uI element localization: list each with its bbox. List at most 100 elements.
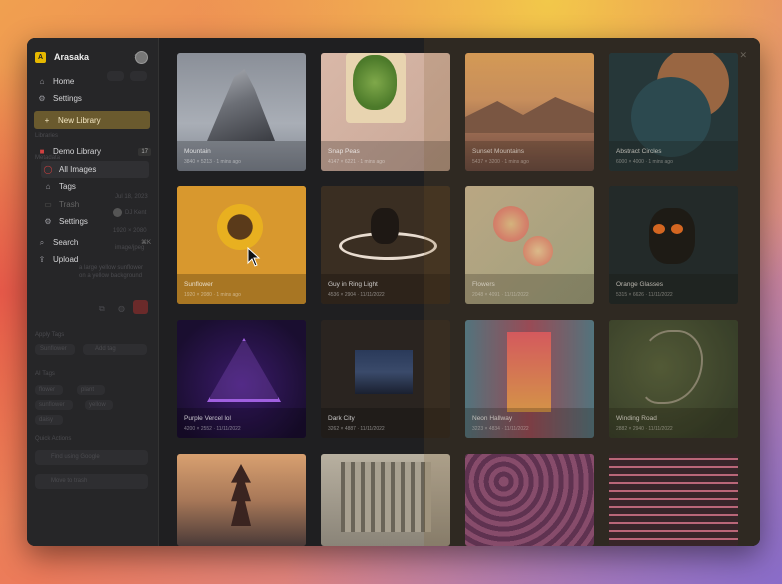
image-meta: 4200 × 2552 · 11/11/2022 [184, 426, 241, 432]
image-meta: 3840 × 5213 · 1 mins ago [184, 159, 241, 165]
close-icon[interactable]: ✕ [739, 50, 747, 61]
sidebar-item-label: Search [53, 238, 79, 247]
image-meta: 3223 × 4834 · 11/11/2022 [472, 426, 529, 432]
image-card[interactable]: Neon Hallway 3223 × 4834 · 11/11/2022 [465, 320, 594, 438]
ghost-move-trash-label: Move to trash [51, 478, 88, 484]
image-title: Guy in Ring Light [328, 281, 378, 288]
ghost-ai-tag: daisy [35, 415, 63, 425]
tag-icon: ⌂ [45, 182, 51, 191]
workspace-name: Arasaka [54, 52, 90, 62]
gear-icon: ⚙ [44, 217, 52, 226]
image-title: Orange Glasses [616, 281, 663, 288]
image-title: Flowers [472, 281, 495, 288]
image-caption: Dark City 3262 × 4887 · 11/11/2022 [321, 408, 450, 438]
image-meta: 2882 × 2940 · 11/11/2022 [616, 426, 673, 432]
image-title: Sunset Mountains [472, 148, 525, 155]
ghost-ai-tag-label: yellow [89, 402, 106, 408]
ghost-globe-icon: ◍ [118, 304, 125, 313]
ghost-quick-actions-label: Quick Actions [35, 436, 72, 442]
thumbnail-windows [609, 454, 738, 546]
ghost-ai-tag-label: flower [39, 387, 56, 393]
app-window: A Arasaka ⇕ ⌂ Home ⚙ Settings + New Libr… [27, 38, 760, 546]
image-caption: Mountain 3840 × 5213 · 1 mins ago [177, 141, 306, 171]
ghost-tag-label: Sunflower [40, 346, 67, 352]
image-caption: Snap Peas 4147 × 6221 · 1 mins ago [321, 141, 450, 171]
image-card[interactable] [177, 454, 306, 546]
ghost-description: a large yellow sunflower on a yellow bac… [79, 265, 144, 279]
image-meta: 5315 × 6626 · 11/11/2022 [616, 292, 673, 298]
library-count-badge: 17 [138, 147, 151, 156]
ghost-apply-tags-label: Apply Tags [35, 332, 65, 338]
ghost-tag-chip: Sunflower [35, 344, 75, 355]
workspace-switcher[interactable]: A Arasaka ⇕ [35, 48, 139, 66]
sidebar-item-settings[interactable]: ⚙ Settings [35, 90, 151, 107]
ghost-move-trash: Move to trash [35, 474, 148, 489]
image-card[interactable]: Mountain 3840 × 5213 · 1 mins ago [177, 53, 306, 171]
image-caption: Flowers 2048 × 4091 · 11/11/2022 [465, 274, 594, 304]
image-title: Dark City [328, 415, 355, 422]
ghost-ai-tags-label: AI Tags [35, 371, 55, 377]
image-card[interactable]: Sunset Mountains 5437 × 3200 · 1 mins ag… [465, 53, 594, 171]
ghost-ai-tag: sunflower [35, 400, 73, 410]
ghost-ai-tag-label: plant [81, 387, 95, 393]
plus-icon: + [44, 115, 50, 125]
image-card[interactable]: Winding Road 2882 × 2940 · 11/11/2022 [609, 320, 738, 438]
workspace-logo-icon: A [35, 51, 46, 63]
ghost-add-tag: Add tag [83, 344, 147, 355]
sidebar-item-label: Settings [59, 217, 88, 226]
sidebar-item-label: Upload [53, 255, 79, 264]
image-card[interactable]: Dark City 3262 × 4887 · 11/11/2022 [321, 320, 450, 438]
ghost-find-google-label: Find using Google [51, 454, 100, 460]
image-caption: Orange Glasses 5315 × 6626 · 11/11/2022 [609, 274, 738, 304]
search-icon: ⌕ [39, 237, 45, 247]
thumbnail-waves [465, 454, 594, 546]
image-title: Purple Vercel lol [184, 415, 231, 422]
image-card[interactable]: Snap Peas 4147 × 6221 · 1 mins ago [321, 53, 450, 171]
image-grid-area: ✕ Mountain 3840 × 5213 · 1 mins ago Snap… [159, 38, 760, 546]
sidebar-item-new-library[interactable]: + New Library [34, 111, 150, 129]
image-card[interactable]: Sunflower 1920 × 2080 · 1 mins ago [177, 186, 306, 304]
ghost-ai-tag: yellow [85, 400, 113, 410]
sidebar-item-label: Tags [59, 182, 76, 191]
image-card[interactable]: Orange Glasses 5315 × 6626 · 11/11/2022 [609, 186, 738, 304]
image-card[interactable] [465, 454, 594, 546]
image-caption: Neon Hallway 3223 × 4834 · 11/11/2022 [465, 408, 594, 438]
sidebar-item-label: Home [53, 77, 75, 86]
sidebar-item-tags[interactable]: ⌂ Tags [41, 178, 149, 195]
image-meta: 5437 × 3200 · 1 mins ago [472, 159, 529, 165]
sidebar-item-label: All Images [59, 165, 97, 174]
gear-icon: ⚙ [38, 94, 46, 103]
image-caption: Sunset Mountains 5437 × 3200 · 1 mins ag… [465, 141, 594, 171]
ghost-delete-button [133, 300, 148, 314]
ghost-find-google: Find using Google [35, 450, 148, 465]
ghost-ai-tag: plant [77, 385, 105, 395]
thumbnail-buildings [321, 454, 450, 546]
section-heading-libraries: Libraries [35, 133, 59, 139]
image-title: Mountain [184, 148, 211, 155]
home-icon: ⌂ [39, 77, 45, 86]
library-name: Demo Library [53, 147, 102, 156]
sidebar-item-home[interactable]: ⌂ Home [35, 73, 151, 90]
image-card[interactable] [609, 454, 738, 546]
image-meta: 2048 × 4091 · 11/11/2022 [472, 292, 529, 298]
image-meta: 4147 × 6221 · 1 mins ago [328, 159, 385, 165]
image-card[interactable]: Guy in Ring Light 4536 × 2904 · 11/11/20… [321, 186, 450, 304]
image-title: Snap Peas [328, 148, 360, 155]
image-meta: 1920 × 2080 · 1 mins ago [184, 292, 241, 298]
sidebar-item-label: Trash [59, 200, 80, 209]
image-card[interactable] [321, 454, 450, 546]
sidebar-item-all-images[interactable]: ◯ All Images [41, 161, 149, 178]
image-meta: 4536 × 2904 · 11/11/2022 [328, 292, 385, 298]
image-card[interactable]: Abstract Circles 6000 × 4000 · 1 mins ag… [609, 53, 738, 171]
image-card[interactable]: Flowers 2048 × 4091 · 11/11/2022 [465, 186, 594, 304]
image-caption: Abstract Circles 6000 × 4000 · 1 mins ag… [609, 141, 738, 171]
avatar[interactable] [135, 51, 148, 64]
image-caption: Sunflower 1920 × 2080 · 1 mins ago [177, 274, 306, 304]
image-title: Winding Road [616, 415, 657, 422]
image-title: Neon Hallway [472, 415, 513, 422]
image-card[interactable]: Purple Vercel lol 4200 × 2552 · 11/11/20… [177, 320, 306, 438]
image-caption: Purple Vercel lol 4200 × 2552 · 11/11/20… [177, 408, 306, 438]
trash-icon: ▭ [44, 200, 52, 209]
image-meta: 6000 × 4000 · 1 mins ago [616, 159, 673, 165]
image-caption: Guy in Ring Light 4536 × 2904 · 11/11/20… [321, 274, 450, 304]
